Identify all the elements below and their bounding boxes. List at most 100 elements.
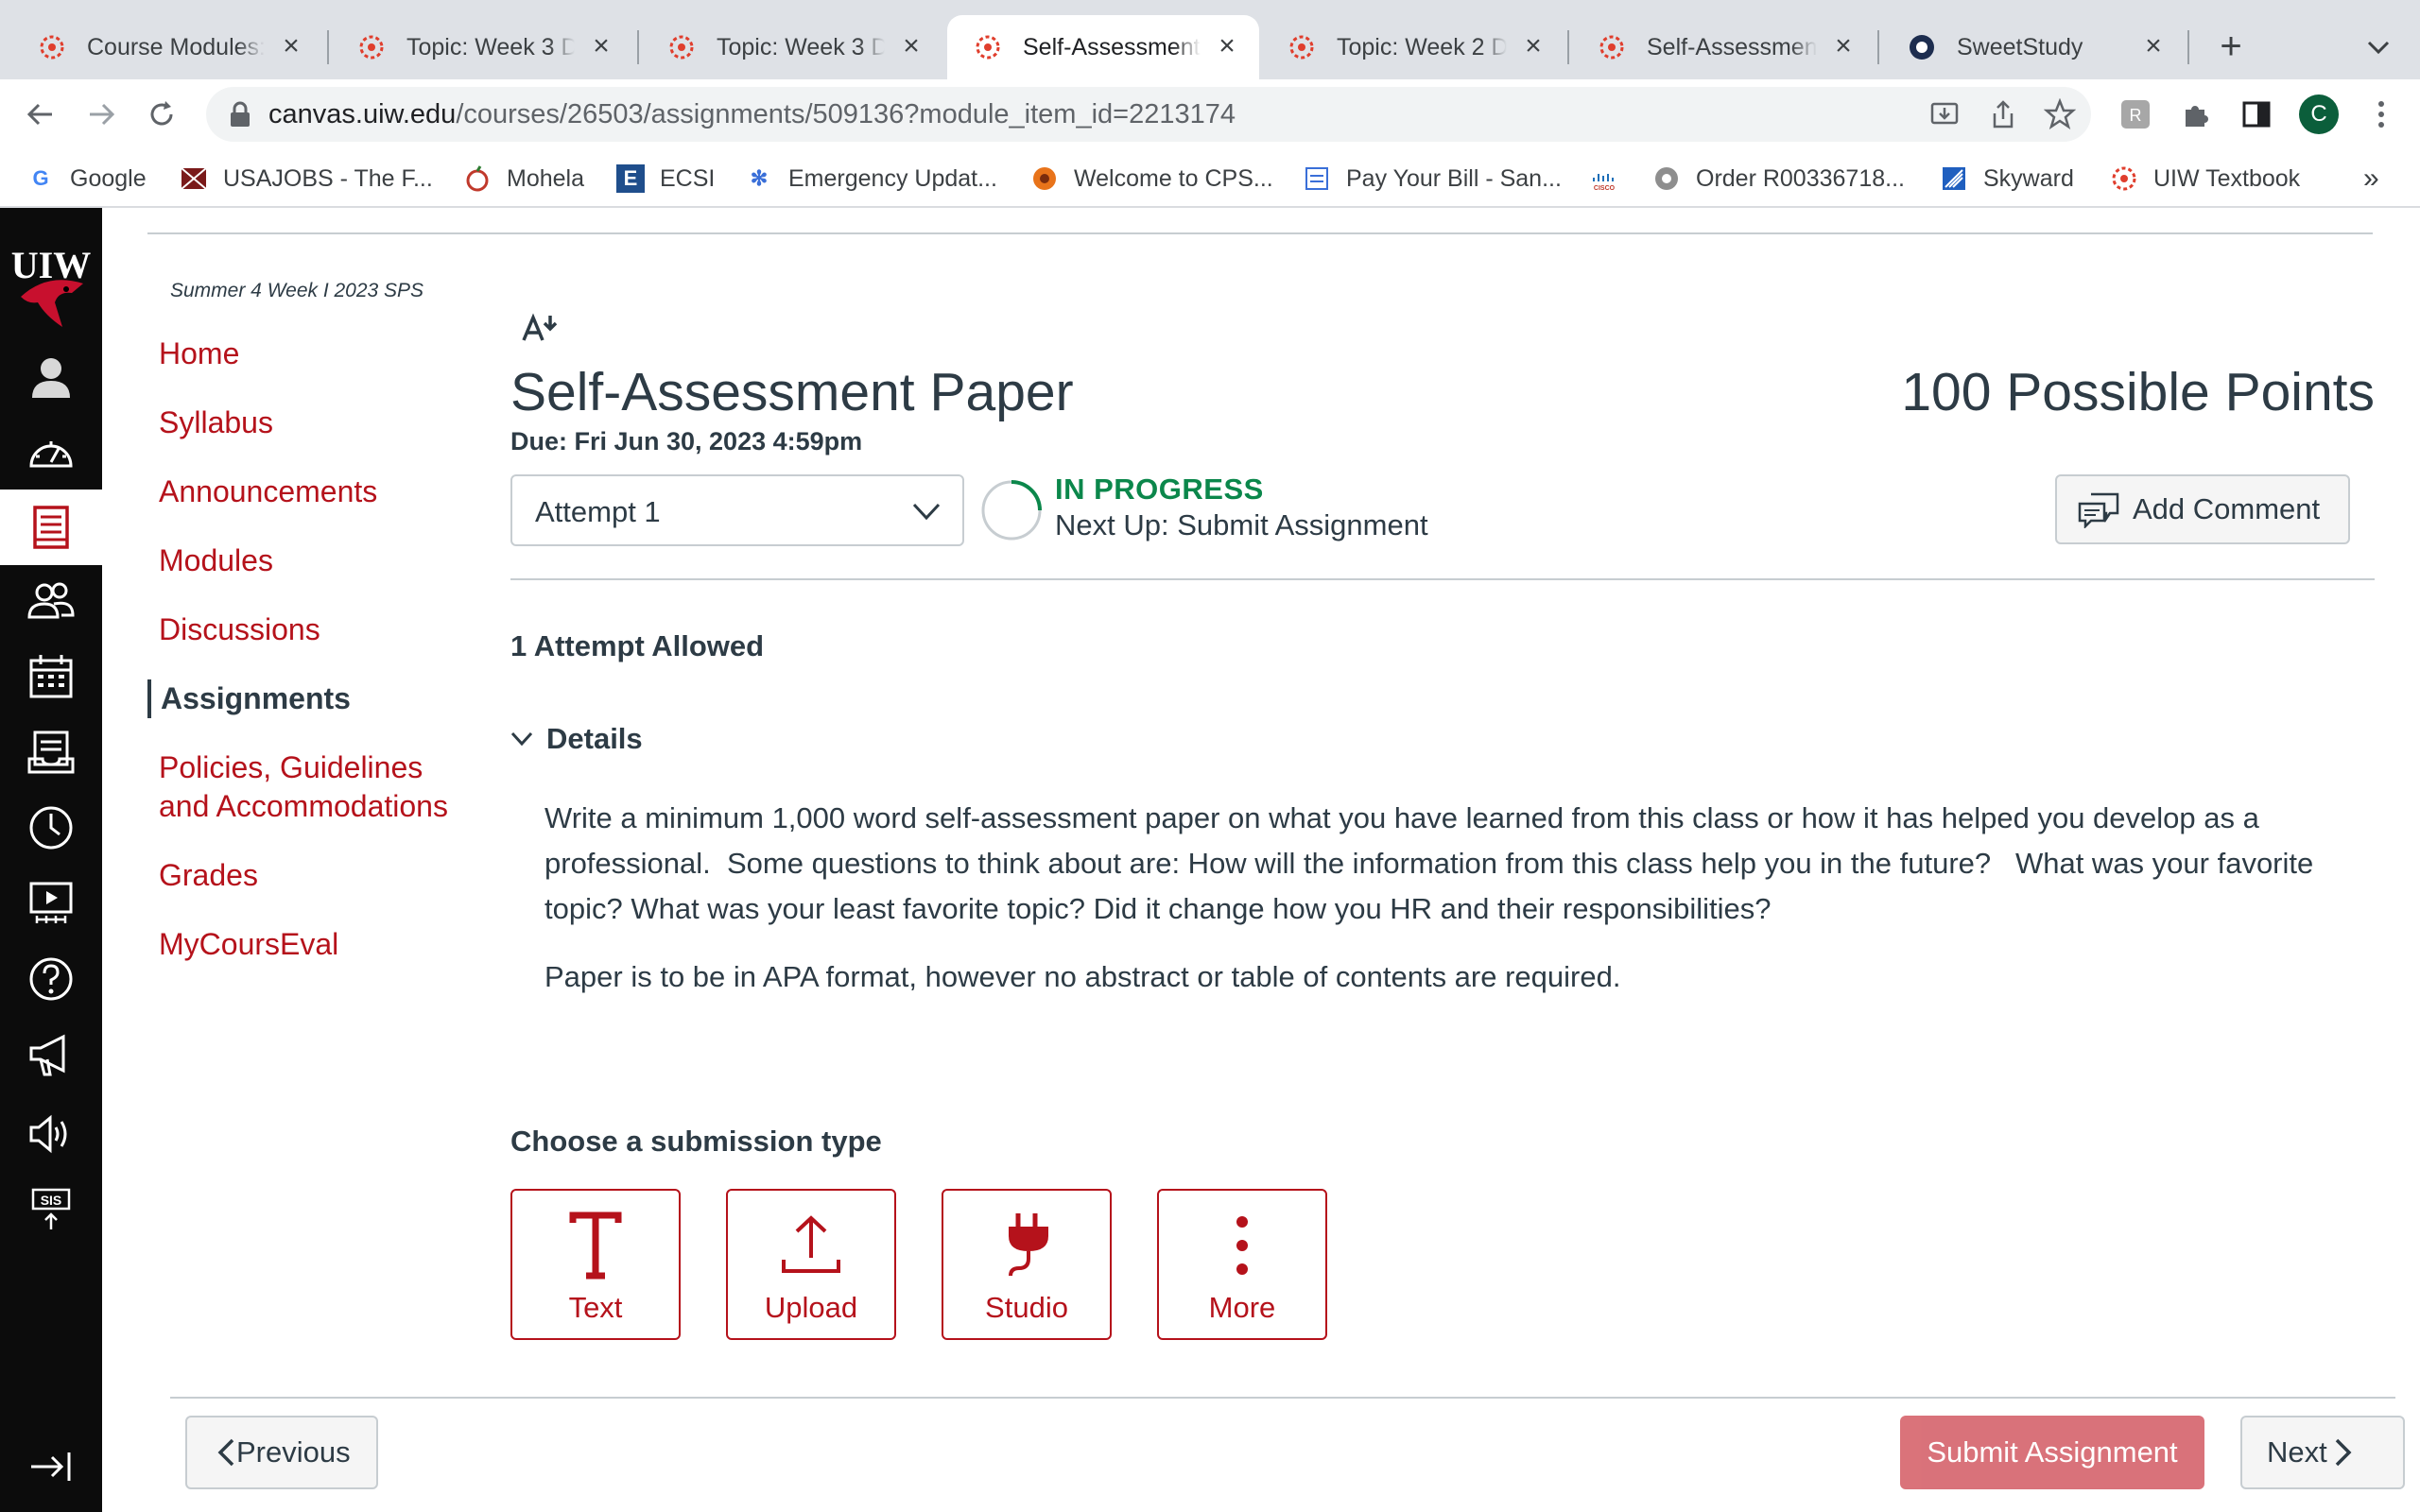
browser-tab[interactable]: SweetStudy × [1881, 15, 2186, 79]
submission-type-studio[interactable]: Studio [942, 1189, 1112, 1340]
course-nav-assignments[interactable]: Assignments [147, 679, 459, 718]
close-icon[interactable]: × [278, 32, 304, 60]
close-icon[interactable]: × [898, 32, 925, 60]
upload-icon [775, 1210, 847, 1281]
previous-button[interactable]: Previous [185, 1416, 378, 1489]
add-comment-button[interactable]: Add Comment [2055, 474, 2350, 544]
groups-icon[interactable] [0, 563, 102, 639]
chrome-menu-icon[interactable] [2367, 96, 2395, 132]
bookmark-ecsi[interactable]: E ECSI [616, 161, 715, 197]
sis-icon[interactable]: SIS [0, 1172, 102, 1247]
bookmark-pay-bill[interactable]: Pay Your Bill - San... [1303, 161, 1562, 197]
back-icon[interactable] [19, 93, 62, 136]
description-paragraph: Write a minimum 1,000 word self-assessme… [544, 801, 2322, 925]
submission-type-text[interactable]: Text [510, 1189, 681, 1340]
submit-label: Submit Assignment [1927, 1435, 2178, 1469]
course-nav-grades[interactable]: Grades [147, 856, 459, 895]
browser-tab-active[interactable]: Self-Assessment × [947, 15, 1259, 79]
close-icon[interactable]: × [2140, 32, 2167, 60]
details-toggle[interactable]: Details [510, 722, 643, 756]
side-panel-icon[interactable] [2238, 96, 2274, 132]
install-icon[interactable] [1928, 98, 1961, 130]
submission-type-label: More [1208, 1291, 1276, 1324]
close-icon[interactable]: × [588, 32, 614, 60]
course-nav-home[interactable]: Home [147, 335, 459, 373]
submission-type-upload[interactable]: Upload [726, 1189, 896, 1340]
bookmark-mohela[interactable]: Mohela [463, 161, 584, 197]
bookmark-usajobs[interactable]: USAJOBS - The F... [180, 161, 433, 197]
help-icon[interactable] [0, 941, 102, 1017]
details-label: Details [546, 722, 643, 755]
extension-r-icon[interactable]: R [2118, 96, 2153, 132]
tab-title: SweetStudy [1957, 33, 2083, 60]
svg-text:R: R [2130, 106, 2142, 125]
url-text[interactable]: canvas.uiw.edu/courses/26503/assignments… [268, 99, 1236, 130]
browser-tab[interactable]: Topic: Week 2 Dis × [1261, 15, 1565, 79]
collapse-nav-icon[interactable] [0, 1429, 102, 1504]
more-vertical-icon [1206, 1210, 1278, 1281]
lock-icon[interactable] [229, 100, 251, 129]
uiw-logo[interactable]: UIW [0, 236, 102, 340]
profile-avatar[interactable]: C [2299, 94, 2339, 134]
calendar-icon[interactable] [0, 639, 102, 714]
bookmark-cps[interactable]: Welcome to CPS... [1030, 161, 1273, 197]
bookmark-skyward[interactable]: Skyward [1940, 161, 2074, 197]
mohela-icon [463, 164, 492, 193]
bookmark-uiw-textbook[interactable]: UIW Textbook [2110, 161, 2300, 197]
chevron-left-icon [217, 1438, 234, 1467]
course-nav-mycourseval[interactable]: MyCoursEval [147, 925, 459, 964]
star-icon[interactable] [2044, 98, 2076, 130]
bookmark-emergency[interactable]: ✻ Emergency Updat... [745, 161, 997, 197]
next-button[interactable]: Next [2240, 1416, 2405, 1489]
page-title: Self-Assessment Paper [510, 362, 1074, 422]
tab-search-chevron-icon[interactable] [2360, 28, 2397, 66]
browser-tab[interactable]: Topic: Week 3 Dis × [641, 15, 943, 79]
account-icon[interactable] [0, 338, 102, 414]
inbox-icon[interactable] [0, 714, 102, 790]
history-icon[interactable] [0, 790, 102, 866]
browser-tab[interactable]: Self-Assessment × [1571, 15, 1876, 79]
audio-icon[interactable] [0, 1096, 102, 1172]
close-icon[interactable]: × [1520, 32, 1547, 60]
dashboard-icon[interactable] [0, 416, 102, 491]
course-nav-policies[interactable]: Policies, Guidelines and Accommodations [147, 748, 459, 826]
courses-icon[interactable] [0, 490, 102, 565]
bookmark-cisco[interactable]: CISCO [1590, 161, 1634, 197]
forward-icon[interactable] [79, 93, 123, 136]
share-icon[interactable] [1987, 98, 2019, 130]
next-label: Next [2267, 1435, 2327, 1469]
tab-title: Self-Assessment [1023, 33, 1201, 60]
progress-ring-icon [981, 480, 1042, 541]
course-nav-discussions[interactable]: Discussions [147, 610, 459, 649]
bookmark-order[interactable]: Order R00336718... [1652, 161, 1905, 197]
announcements-icon[interactable] [0, 1017, 102, 1092]
submit-assignment-button[interactable]: Submit Assignment [1900, 1416, 2204, 1489]
bookmark-google[interactable]: G Google [26, 161, 146, 197]
chevron-down-icon [510, 731, 533, 747]
extensions-puzzle-icon[interactable] [2178, 96, 2214, 132]
address-bar[interactable]: canvas.uiw.edu/courses/26503/assignments… [206, 87, 2091, 142]
close-icon[interactable]: × [1830, 32, 1857, 60]
reload-icon[interactable] [140, 93, 183, 136]
submission-type-more[interactable]: More [1157, 1189, 1327, 1340]
bookmarks-overflow-button[interactable]: » [2363, 163, 2379, 195]
usajobs-icon [180, 164, 208, 193]
course-nav-syllabus[interactable]: Syllabus [147, 404, 459, 442]
add-comment-label: Add Comment [2133, 492, 2321, 525]
immersive-reader-icon[interactable] [522, 312, 563, 344]
browser-tab[interactable]: Topic: Week 3 Dis × [331, 15, 633, 79]
submission-type-label: Upload [764, 1291, 858, 1324]
course-navigation: Home Syllabus Announcements Modules Disc… [147, 335, 459, 994]
close-icon[interactable]: × [1214, 32, 1240, 60]
canvas-icon [357, 33, 386, 61]
canvas-icon [974, 33, 1002, 61]
new-tab-icon[interactable]: + [2210, 26, 2252, 68]
browser-tab[interactable]: Course Modules: × [11, 15, 323, 79]
comment-icon [2078, 492, 2119, 528]
attempt-select[interactable]: Attempt 1 [510, 474, 964, 546]
course-nav-modules[interactable]: Modules [147, 541, 459, 580]
studio-icon[interactable] [0, 866, 102, 941]
course-nav-announcements[interactable]: Announcements [147, 472, 459, 511]
chevron-down-icon [912, 503, 941, 521]
assignment-description: Write a minimum 1,000 word self-assessme… [544, 796, 2369, 1022]
